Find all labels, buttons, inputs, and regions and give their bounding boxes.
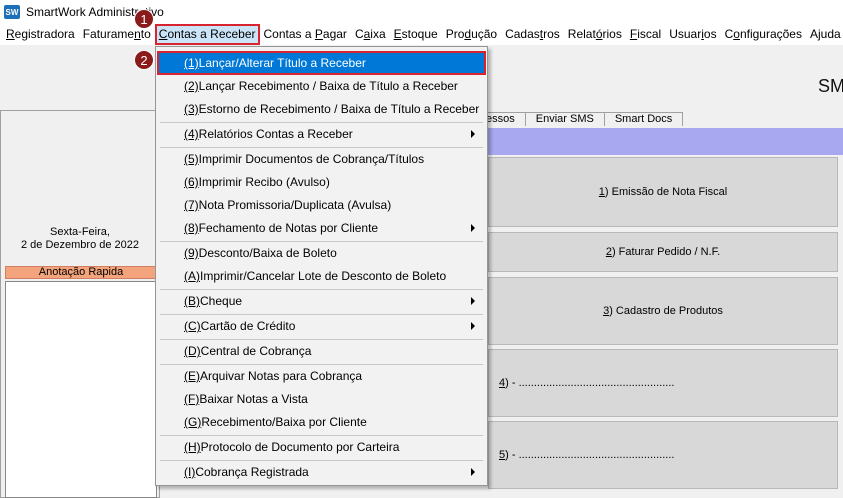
quick-note-label: Anotação Rapida — [5, 266, 157, 279]
menu-item-arquivar-notas[interactable]: (E) Arquivar Notas para Cobrança — [158, 365, 485, 387]
menu-caixa[interactable]: Caixa — [351, 24, 390, 45]
brand-text: SM — [818, 76, 843, 96]
menu-item-nota-promissoria[interactable]: (7) Nota Promissoria/Duplicata (Avulsa) — [158, 194, 485, 216]
quick-note-input[interactable] — [5, 281, 157, 498]
menu-item-lancar-recebimento[interactable]: (2) Lançar Recebimento / Baixa de Título… — [158, 75, 485, 97]
menu-contas-a-receber[interactable]: Contas a Receber — [154, 24, 260, 45]
menu-item-fechamento-notas[interactable]: (8) Fechamento de Notas por Cliente — [158, 217, 485, 239]
tab-header-stripe — [486, 128, 843, 155]
menu-item-estorno-recebimento[interactable]: (3) Estorno de Recebimento / Baixa de Tí… — [158, 98, 485, 120]
tab-enviar-sms[interactable]: Enviar SMS — [524, 112, 605, 126]
menu-bar: Registradora Faturamento Contas a Recebe… — [0, 24, 843, 45]
shortcut-faturar-pedido[interactable]: 2) Faturar Pedido / N.F. — [488, 232, 838, 272]
menu-item-imprimir-documentos[interactable]: (5) Imprimir Documentos de Cobrança/Títu… — [158, 148, 485, 170]
menu-configuracoes[interactable]: Configurações — [721, 24, 806, 45]
sw-logo-icon: SW — [4, 5, 20, 19]
menu-fiscal[interactable]: Fiscal — [626, 24, 665, 45]
shortcut-emissao-nota-fiscal[interactable]: 1) Emissão de Nota Fiscal — [488, 157, 838, 227]
submenu-arrow-icon — [471, 224, 475, 232]
menu-item-relatorios-contas[interactable]: (4) Relatórios Contas a Receber — [158, 123, 485, 145]
submenu-arrow-icon — [471, 322, 475, 330]
menu-contas-a-pagar[interactable]: Contas a Pagar — [260, 24, 351, 45]
submenu-arrow-icon — [471, 297, 475, 305]
submenu-arrow-icon — [471, 130, 475, 138]
menu-item-desconto-boleto[interactable]: (9) Desconto/Baixa de Boleto — [158, 242, 485, 264]
shortcut-4[interactable]: 4) - ...................................… — [488, 349, 838, 417]
menu-item-cheque[interactable]: (B) Cheque — [158, 290, 485, 312]
menu-item-imprimir-recibo[interactable]: (6) Imprimir Recibo (Avulso) — [158, 171, 485, 193]
menu-usuarios[interactable]: Usuarios — [665, 24, 720, 45]
menu-cadastros[interactable]: Cadastros — [501, 24, 564, 45]
menu-item-central-cobranca[interactable]: (D) Central de Cobrança — [158, 340, 485, 362]
menu-item-baixar-notas-vista[interactable]: (F) Baixar Notas a Vista — [158, 388, 485, 410]
tab-bar: essos Enviar SMS Smart Docs — [486, 112, 684, 126]
menu-item-lancar-alterar-titulo[interactable]: (1) Lançar/Alterar Título a Receber — [157, 51, 486, 75]
shortcut-cadastro-produtos[interactable]: 3) Cadastro de Produtos — [488, 277, 838, 345]
submenu-arrow-icon — [471, 468, 475, 476]
menu-relatorios[interactable]: Relatórios — [564, 24, 626, 45]
menu-registradora[interactable]: Registradora — [0, 24, 79, 45]
date-full: 2 de Dezembro de 2022 — [20, 239, 140, 251]
menu-estoque[interactable]: Estoque — [390, 24, 442, 45]
step-badge-1: 1 — [134, 9, 154, 29]
step-badge-2: 2 — [134, 50, 154, 70]
menu-item-protocolo-documento[interactable]: (H) Protocolo de Documento por Carteira — [158, 436, 485, 458]
tab-smart-docs[interactable]: Smart Docs — [603, 112, 684, 126]
date-day: Sexta-Feira, — [50, 226, 110, 238]
menu-item-recebimento-cliente[interactable]: (G) Recebimento/Baixa por Cliente — [158, 411, 485, 433]
contas-a-receber-dropdown: (1) Lançar/Alterar Título a Receber (2) … — [155, 46, 488, 486]
shortcut-5[interactable]: 5) - ...................................… — [488, 421, 838, 489]
menu-item-cobranca-registrada[interactable]: (I) Cobrança Registrada — [158, 461, 485, 483]
menu-producao[interactable]: Produção — [442, 24, 501, 45]
menu-ajuda[interactable]: Ajuda — [806, 24, 843, 45]
title-bar: SW SmartWork Administrativo — [0, 0, 843, 24]
menu-item-lote-desconto[interactable]: (A) Imprimir/Cancelar Lote de Desconto d… — [158, 265, 485, 287]
menu-item-cartao-credito[interactable]: (C) Cartão de Crédito — [158, 315, 485, 337]
tab-processos[interactable]: essos — [486, 112, 526, 126]
